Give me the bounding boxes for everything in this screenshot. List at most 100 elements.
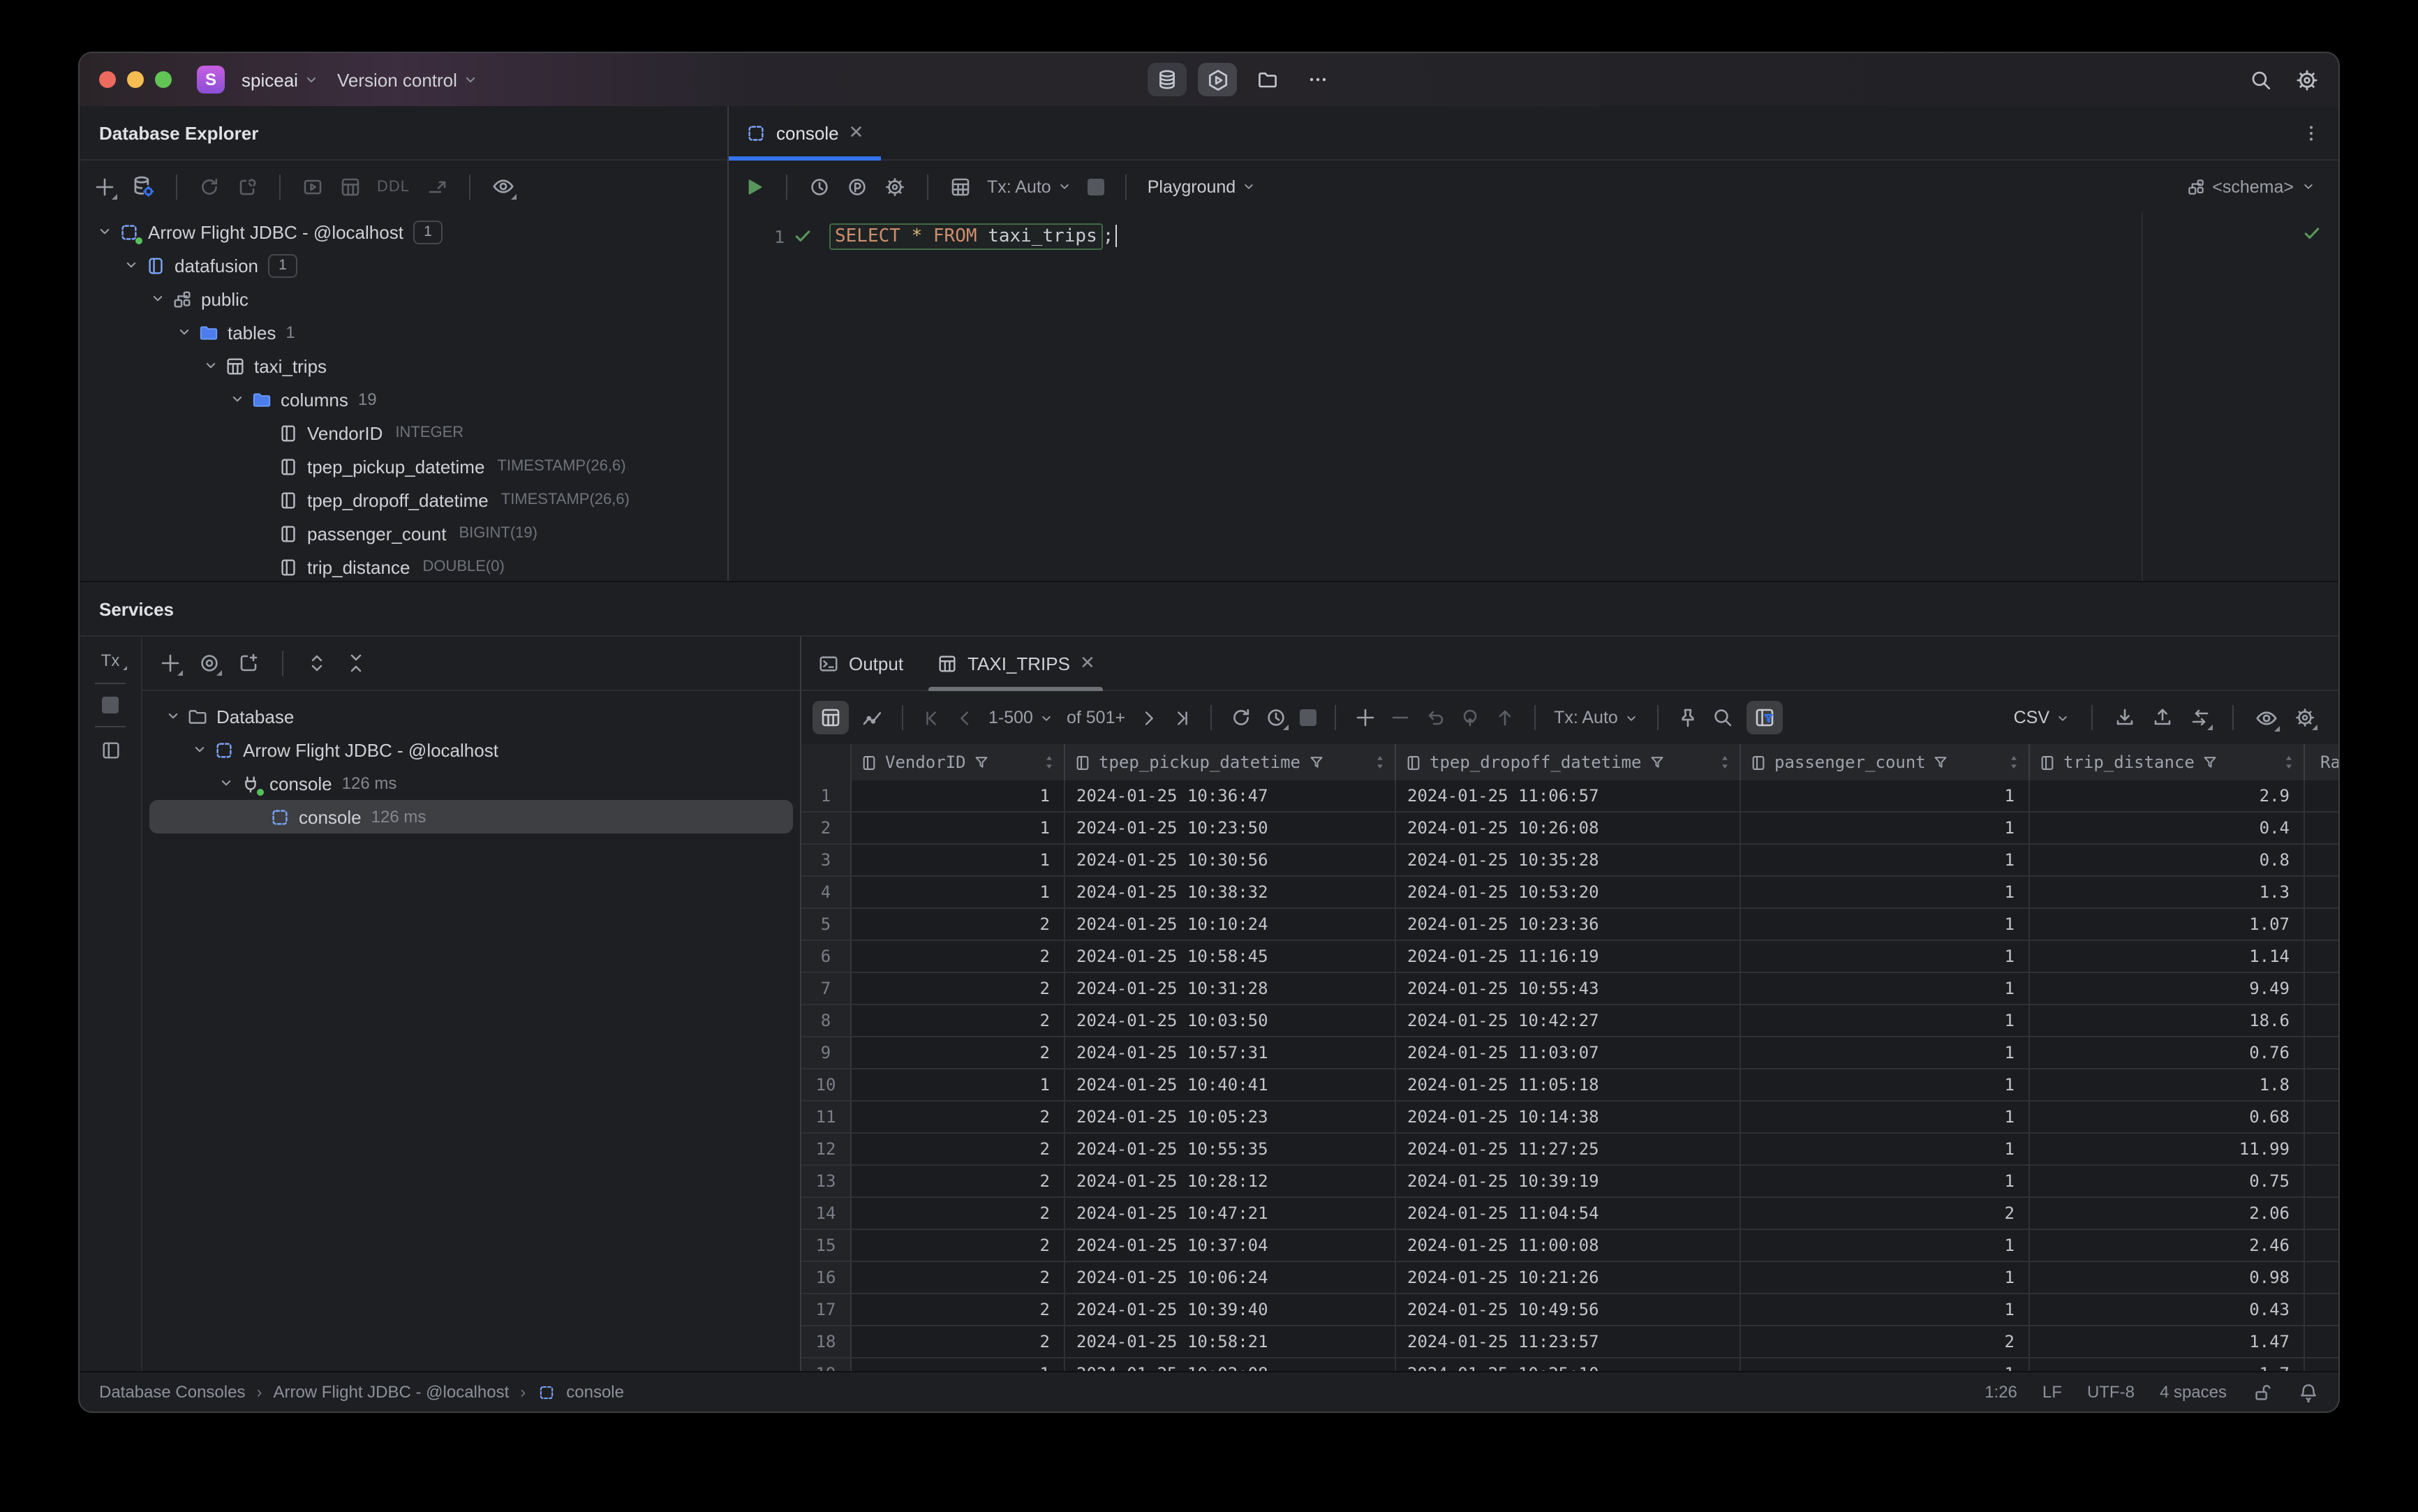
reload-page-button[interactable] [1230, 706, 1252, 729]
filter-icon[interactable] [1933, 754, 1950, 771]
svc-node-database[interactable]: Database [142, 699, 800, 733]
pin-tab-button[interactable] [1677, 706, 1699, 729]
cell-pickup-datetime[interactable]: 2024-01-25 10:55:35 [1065, 1134, 1396, 1164]
cell-rate[interactable] [2305, 1134, 2338, 1164]
cell-dropoff-datetime[interactable]: 2024-01-25 10:35:28 [1396, 845, 1741, 875]
settings-gear-icon[interactable] [2295, 68, 2319, 91]
svc-node-console-selected[interactable]: console 126 ms [149, 800, 793, 833]
table-row[interactable]: 17 2 2024-01-25 10:39:40 2024-01-25 10:4… [801, 1294, 2338, 1326]
undo-button[interactable] [1424, 706, 1446, 729]
cell-vendorid[interactable]: 2 [852, 1134, 1065, 1164]
table-row[interactable]: 19 1 2024-01-25 10:02:08 2024-01-25 10:2… [801, 1358, 2338, 1371]
cell-vendorid[interactable]: 1 [852, 1358, 1065, 1371]
cell-trip-distance[interactable]: 1.14 [2030, 941, 2305, 972]
schema-select[interactable]: <schema> [2186, 177, 2324, 196]
cell-pickup-datetime[interactable]: 2024-01-25 10:36:47 [1065, 780, 1396, 811]
tree-node-tables-folder[interactable]: tables 1 [80, 316, 727, 349]
refresh-button[interactable] [198, 175, 221, 198]
cell-vendorid[interactable]: 2 [852, 909, 1065, 940]
cell-trip-distance[interactable]: 11.99 [2030, 1134, 2305, 1164]
cell-trip-distance[interactable]: 0.4 [2030, 813, 2305, 843]
cell-rate[interactable] [2305, 1198, 2338, 1229]
column-header-distance[interactable]: trip_distance [2030, 744, 2305, 780]
cell-trip-distance[interactable]: 1.07 [2030, 909, 2305, 940]
indent-setting[interactable]: 4 spaces [2160, 1382, 2227, 1402]
vcs-menu[interactable]: Version control [337, 69, 480, 90]
tx-mode-select[interactable]: Tx: Auto [987, 177, 1072, 196]
export-format-select[interactable]: CSV [2014, 708, 2070, 727]
cell-pickup-datetime[interactable]: 2024-01-25 10:40:41 [1065, 1069, 1396, 1100]
cell-passenger-count[interactable]: 1 [1741, 973, 2030, 1004]
inspections-ok-icon[interactable] [2302, 223, 2322, 243]
cell-rate[interactable] [2305, 1230, 2338, 1261]
grid-view-button[interactable] [813, 701, 849, 734]
tx-strip-button[interactable]: Tx [101, 651, 128, 670]
find-button[interactable] [1712, 706, 1734, 729]
more-tools-button[interactable] [1298, 63, 1337, 96]
first-page-button[interactable] [921, 707, 942, 728]
line-ending[interactable]: LF [2042, 1382, 2062, 1402]
sort-icon[interactable] [1719, 754, 1731, 771]
cell-passenger-count[interactable]: 1 [1741, 1037, 2030, 1068]
table-row[interactable]: 8 2 2024-01-25 10:03:50 2024-01-25 10:42… [801, 1005, 2338, 1037]
add-datasource-button[interactable] [94, 175, 117, 199]
table-row[interactable]: 12 2 2024-01-25 10:55:35 2024-01-25 11:2… [801, 1134, 2338, 1166]
cell-pickup-datetime[interactable]: 2024-01-25 10:23:50 [1065, 813, 1396, 843]
results-settings-button[interactable] [2294, 706, 2317, 730]
svc-node-datasource[interactable]: Arrow Flight JDBC - @localhost [142, 733, 800, 766]
svc-node-connection[interactable]: console 126 ms [142, 766, 800, 800]
stop-button[interactable] [1087, 178, 1104, 195]
cell-passenger-count[interactable]: 1 [1741, 909, 2030, 940]
tree-node-column[interactable]: VendorID INTEGER [80, 416, 727, 450]
tab-options-icon[interactable] [2301, 122, 2322, 143]
close-window-button[interactable] [99, 71, 116, 88]
cell-passenger-count[interactable]: 1 [1741, 941, 2030, 972]
expand-all-button[interactable] [306, 652, 328, 674]
breadcrumb-console[interactable]: console [566, 1382, 624, 1402]
add-service-button[interactable] [159, 652, 183, 676]
transfer-button[interactable] [2189, 706, 2213, 730]
cell-dropoff-datetime[interactable]: 2024-01-25 10:23:36 [1396, 909, 1741, 940]
cell-pickup-datetime[interactable]: 2024-01-25 10:38:32 [1065, 877, 1396, 907]
cell-passenger-count[interactable]: 1 [1741, 1262, 2030, 1293]
cell-passenger-count[interactable]: 1 [1741, 1134, 2030, 1164]
table-row[interactable]: 7 2 2024-01-25 10:31:28 2024-01-25 10:55… [801, 973, 2338, 1005]
column-header-pickup[interactable]: tpep_pickup_datetime [1065, 744, 1396, 780]
cell-trip-distance[interactable]: 1.47 [2030, 1326, 2305, 1357]
cell-rate[interactable] [2305, 813, 2338, 843]
cell-dropoff-datetime[interactable]: 2024-01-25 10:25:10 [1396, 1358, 1741, 1371]
cell-passenger-count[interactable]: 1 [1741, 1069, 2030, 1100]
cell-dropoff-datetime[interactable]: 2024-01-25 11:16:19 [1396, 941, 1741, 972]
in-editor-results-button[interactable] [949, 175, 972, 198]
tab-taxi-trips[interactable]: TAXI_TRIPS ✕ [920, 637, 1112, 691]
open-table-button[interactable] [339, 175, 362, 198]
cell-vendorid[interactable]: 1 [852, 877, 1065, 907]
cell-pickup-datetime[interactable]: 2024-01-25 10:05:23 [1065, 1102, 1396, 1132]
cell-vendorid[interactable]: 1 [852, 1069, 1065, 1100]
cell-passenger-count[interactable]: 1 [1741, 1294, 2030, 1325]
cell-trip-distance[interactable]: 0.68 [2030, 1102, 2305, 1132]
cell-rate[interactable] [2305, 909, 2338, 940]
table-row[interactable]: 9 2 2024-01-25 10:57:31 2024-01-25 11:03… [801, 1037, 2338, 1069]
cell-vendorid[interactable]: 2 [852, 1037, 1065, 1068]
table-row[interactable]: 11 2 2024-01-25 10:05:23 2024-01-25 10:1… [801, 1102, 2338, 1134]
history-button[interactable] [808, 175, 831, 198]
cursor-position[interactable]: 1:26 [1985, 1382, 2017, 1402]
tree-node-schema[interactable]: public [80, 282, 727, 316]
cell-rate[interactable] [2305, 1005, 2338, 1036]
cell-trip-distance[interactable]: 2.46 [2030, 1230, 2305, 1261]
cell-vendorid[interactable]: 2 [852, 1326, 1065, 1357]
cell-dropoff-datetime[interactable]: 2024-01-25 10:53:20 [1396, 877, 1741, 907]
last-page-button[interactable] [1171, 707, 1192, 728]
cell-dropoff-datetime[interactable]: 2024-01-25 10:39:19 [1396, 1166, 1741, 1196]
cell-vendorid[interactable]: 1 [852, 813, 1065, 843]
column-header-rate[interactable]: Rate [2305, 744, 2338, 780]
cell-trip-distance[interactable]: 1.8 [2030, 1069, 2305, 1100]
filter-icon[interactable] [1307, 754, 1324, 771]
cell-rate[interactable] [2305, 1326, 2338, 1357]
cell-trip-distance[interactable]: 0.8 [2030, 845, 2305, 875]
export-download-button[interactable] [2114, 706, 2136, 729]
tab-console[interactable]: console ✕ [729, 106, 881, 161]
cell-vendorid[interactable]: 2 [852, 1166, 1065, 1196]
filter-services-button[interactable] [198, 652, 222, 676]
